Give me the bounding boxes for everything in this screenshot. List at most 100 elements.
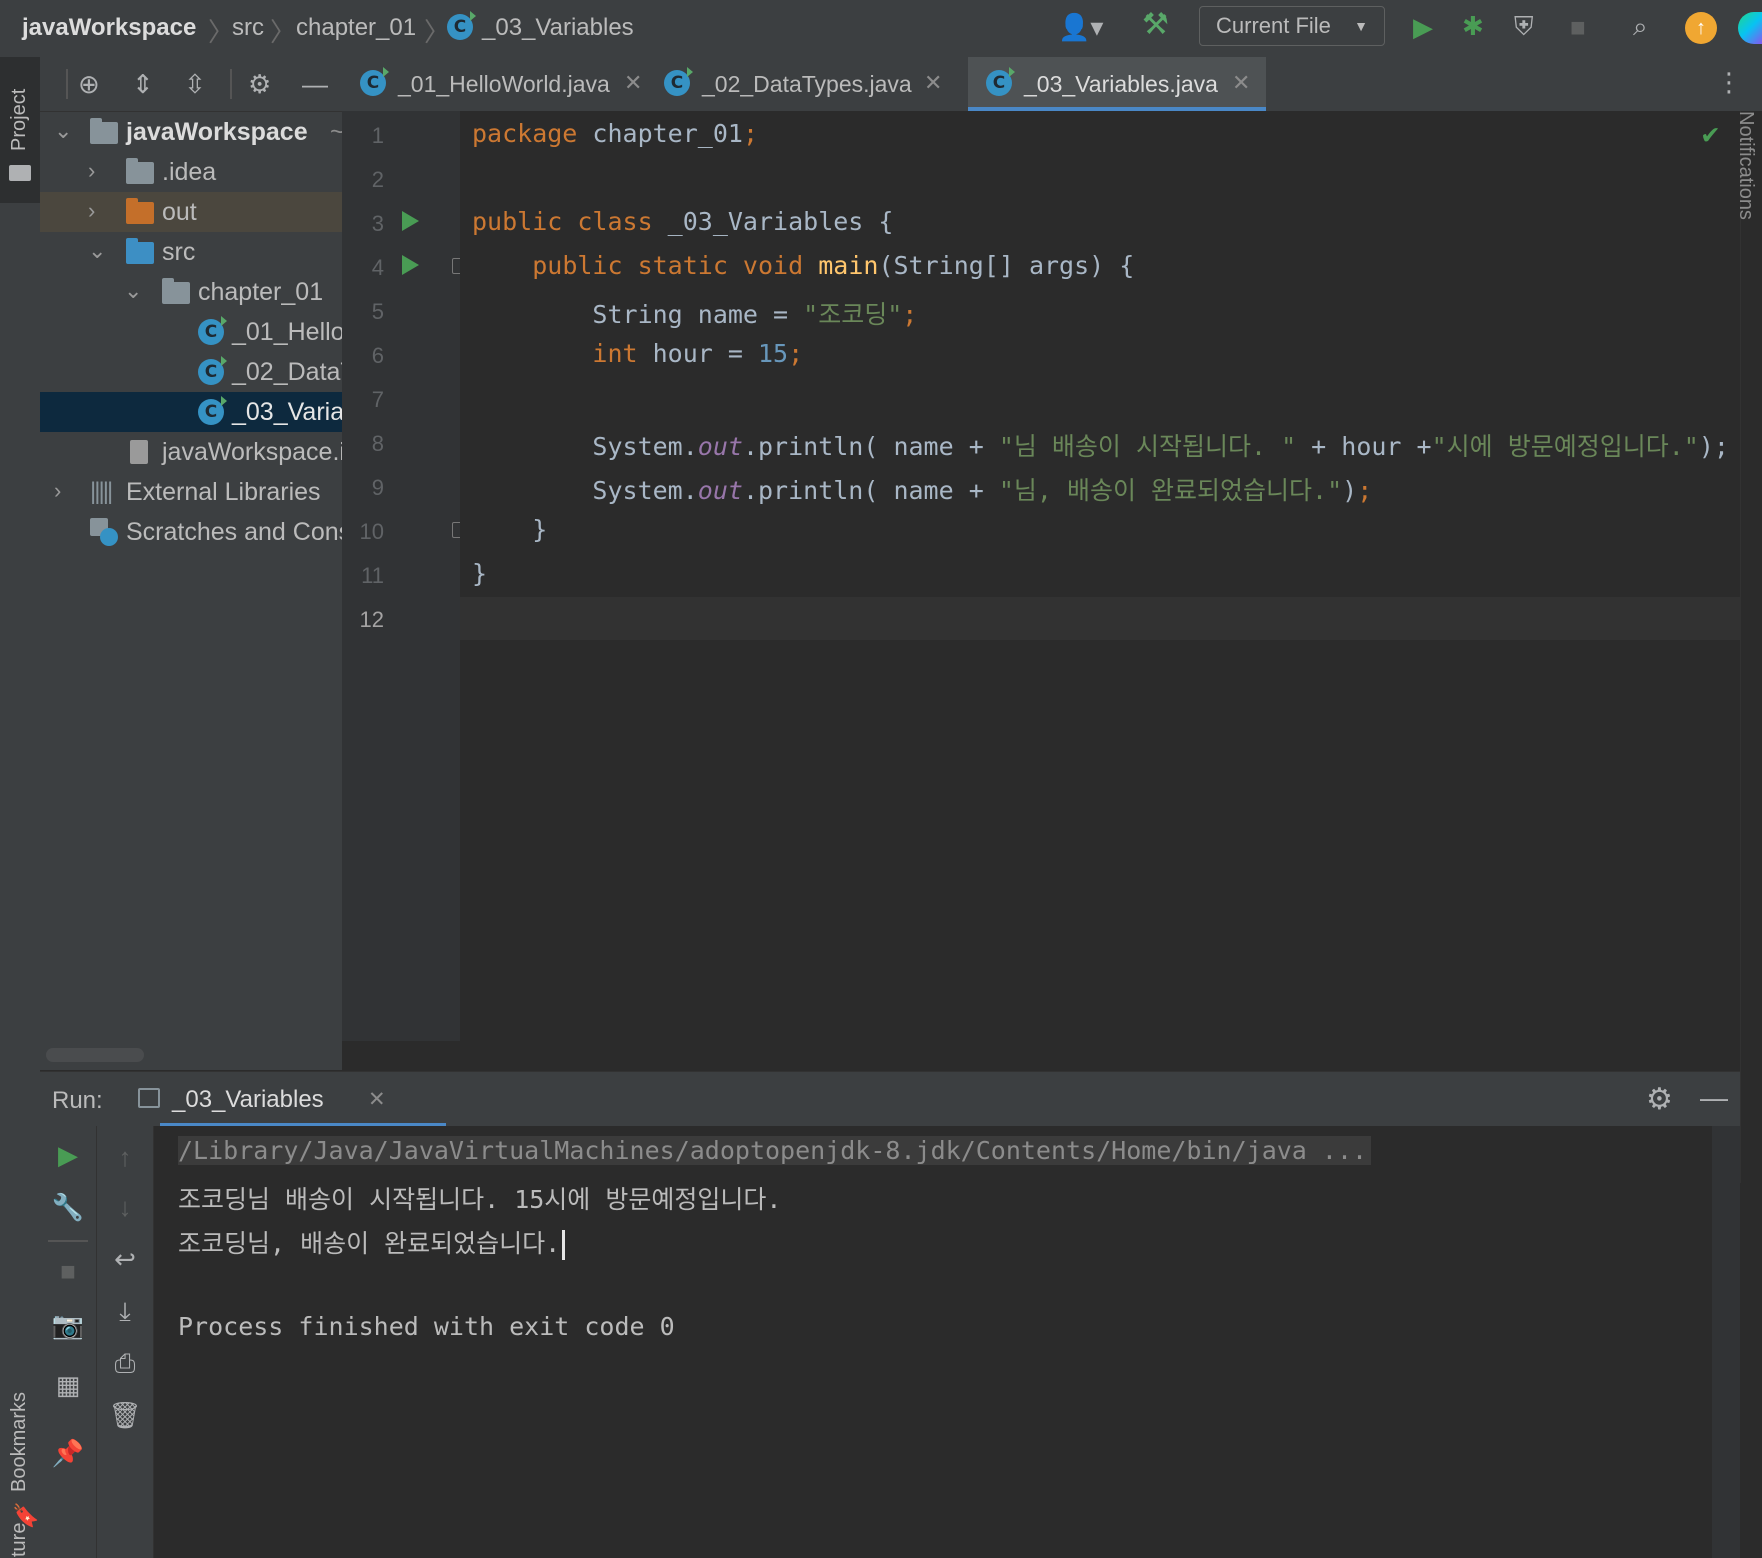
tree-item-class-03[interactable]: C _03_Variables bbox=[40, 392, 342, 432]
code-line-5: String name = "조코딩"; bbox=[592, 300, 918, 329]
close-icon[interactable]: ✕ bbox=[368, 1087, 386, 1112]
console-vertical-scrollbar[interactable] bbox=[1712, 1126, 1740, 1558]
tree-item-class-01[interactable]: C _01_HelloWorld bbox=[40, 312, 342, 352]
code-line-8: System.out.println( name + "님 배송이 시작됩니다.… bbox=[592, 432, 1729, 461]
editor-tab-bar: C _01_HelloWorld.java ✕ C _02_DataTypes.… bbox=[342, 57, 1762, 112]
project-stripe-label: Project bbox=[8, 88, 30, 151]
tree-item-label: javaWorkspace.iml bbox=[162, 438, 342, 466]
tree-item-class-02[interactable]: C _02_DataTypes bbox=[40, 352, 342, 392]
camera-icon[interactable]: 📷 bbox=[40, 1310, 96, 1341]
close-icon[interactable]: ✕ bbox=[924, 70, 942, 96]
tree-item-label: _03_Variables bbox=[232, 398, 342, 426]
code-line-3: public class _03_Variables { bbox=[472, 207, 894, 236]
tree-item-label: javaWorkspace bbox=[126, 118, 308, 146]
pin-icon[interactable]: 📌 bbox=[40, 1438, 96, 1469]
chevron-down-icon: ⌄ bbox=[88, 238, 107, 263]
console-exit-line: Process finished with exit code 0 bbox=[178, 1312, 675, 1341]
console-output-line: 조코딩님 배송이 시작됩니다. 15시에 방문예정입니다. bbox=[178, 1185, 782, 1214]
tree-item-label: _02_DataTypes bbox=[232, 358, 342, 386]
run-configuration-select[interactable]: Current File ▼ bbox=[1199, 6, 1385, 46]
right-tool-stripe: Notifications bbox=[1735, 111, 1762, 1183]
line-number: 8 bbox=[371, 431, 384, 456]
tab-02-datatypes[interactable]: C _02_DataTypes.java ✕ bbox=[646, 57, 950, 111]
layout-icon[interactable]: ▦ bbox=[40, 1370, 96, 1401]
search-icon[interactable]: ⌕ bbox=[1633, 11, 1648, 41]
stop-icon[interactable]: ■ bbox=[40, 1256, 96, 1287]
print-icon[interactable]: ⎙ bbox=[97, 1348, 153, 1380]
gear-icon[interactable]: ⚙ bbox=[248, 69, 271, 100]
account-icon[interactable]: 👤▾ bbox=[1058, 12, 1103, 42]
rerun-icon[interactable]: ▶ bbox=[40, 1140, 96, 1171]
close-icon[interactable]: ✕ bbox=[1232, 70, 1250, 96]
breadcrumb-project[interactable]: javaWorkspace bbox=[22, 14, 196, 42]
tree-item-out[interactable]: › out bbox=[40, 192, 342, 232]
tree-item-project-root[interactable]: ⌄ javaWorkspace ~ bbox=[40, 112, 342, 152]
line-number: 6 bbox=[371, 343, 384, 368]
structure-stripe-button[interactable]: ture bbox=[0, 1497, 40, 1558]
update-icon[interactable]: ↑ bbox=[1685, 12, 1717, 44]
tree-item-label: _01_HelloWorld bbox=[232, 318, 342, 346]
left-tool-stripe: Project Bookmarks 🔖 ture bbox=[0, 57, 41, 1558]
run-main-icon[interactable] bbox=[402, 255, 419, 275]
collapse-all-icon[interactable]: ⇳ bbox=[184, 69, 206, 100]
notifications-stripe-label[interactable]: Notifications bbox=[1734, 111, 1757, 220]
tab-03-variables[interactable]: C _03_Variables.java ✕ bbox=[968, 57, 1266, 111]
run-tool-window-header: Run: _03_Variables ✕ ⚙ — bbox=[40, 1071, 1740, 1128]
jetbrains-toolbox-icon[interactable] bbox=[1738, 12, 1762, 44]
tree-item-external-libraries[interactable]: › ||||| External Libraries bbox=[40, 472, 342, 512]
build-hammer-icon[interactable]: ⚒ bbox=[1142, 10, 1169, 40]
run-toolbar-secondary: ↑ ↓ ↩ ⤓ ⎙ 🗑 bbox=[97, 1126, 154, 1558]
breadcrumb-src[interactable]: src bbox=[232, 14, 264, 42]
arrow-down-icon[interactable]: ↓ bbox=[97, 1192, 153, 1223]
no-problems-check-icon[interactable]: ✔ bbox=[1702, 117, 1719, 150]
code-line-4: public static void main(String[] args) { bbox=[532, 251, 1135, 280]
scroll-to-end-icon[interactable]: ⤓ bbox=[97, 1296, 153, 1328]
minimize-icon[interactable]: — bbox=[1700, 1082, 1728, 1114]
trash-icon[interactable]: 🗑 bbox=[97, 1400, 153, 1431]
tree-item-iml[interactable]: javaWorkspace.iml bbox=[40, 432, 342, 472]
stop-icon[interactable]: ■ bbox=[1570, 12, 1586, 42]
gear-icon[interactable]: ⚙ bbox=[1646, 1082, 1673, 1117]
run-class-icon[interactable] bbox=[402, 211, 419, 231]
navigation-bar: javaWorkspace 〉 src 〉 chapter_01 〉 C _03… bbox=[0, 0, 1762, 58]
run-icon[interactable]: ▶ bbox=[1413, 12, 1433, 42]
java-class-icon: C bbox=[198, 356, 227, 385]
breadcrumb-package[interactable]: chapter_01 bbox=[296, 14, 416, 42]
toolbar-divider bbox=[48, 1240, 88, 1242]
code-editor[interactable]: package chapter_01; public class _03_Var… bbox=[460, 111, 1740, 1041]
run-tab[interactable]: _03_Variables ✕ bbox=[120, 1072, 446, 1127]
tab-label: _03_Variables.java bbox=[1024, 71, 1218, 97]
chevron-right-icon: › bbox=[88, 158, 96, 183]
line-number: 7 bbox=[371, 387, 384, 412]
breadcrumb-separator: 〉 bbox=[208, 17, 235, 47]
close-icon[interactable]: ✕ bbox=[624, 70, 642, 96]
minimize-icon[interactable]: — bbox=[302, 69, 328, 100]
chevron-down-icon: ⌄ bbox=[124, 278, 143, 303]
tree-item-scratches[interactable]: Scratches and Consoles bbox=[40, 512, 342, 552]
toolbar-divider bbox=[66, 69, 68, 99]
toolbar-divider bbox=[230, 69, 232, 99]
coverage-icon[interactable]: ⛨ bbox=[1514, 11, 1534, 41]
wrench-icon[interactable]: 🔧 bbox=[40, 1192, 96, 1223]
tree-item-chapter-01[interactable]: ⌄ chapter_01 bbox=[40, 272, 342, 312]
soft-wrap-icon[interactable]: ↩ bbox=[97, 1244, 153, 1275]
debug-bug-icon[interactable]: ✱ bbox=[1462, 11, 1484, 41]
tree-item-idea[interactable]: › .idea bbox=[40, 152, 342, 192]
arrow-up-icon[interactable]: ↑ bbox=[97, 1142, 153, 1173]
tree-item-src[interactable]: ⌄ src bbox=[40, 232, 342, 272]
tab-01-helloworld[interactable]: C _01_HelloWorld.java ✕ bbox=[342, 57, 646, 111]
run-console[interactable]: /Library/Java/JavaVirtualMachines/adopto… bbox=[154, 1126, 1712, 1558]
tab-label: _01_HelloWorld.java bbox=[398, 71, 610, 97]
line-number: 1 bbox=[371, 123, 384, 148]
code-line-1: package chapter_01; bbox=[472, 119, 758, 148]
line-number: 10 bbox=[359, 519, 384, 544]
more-options-icon[interactable]: ⋮ bbox=[1716, 67, 1742, 98]
bookmarks-stripe-label: Bookmarks bbox=[8, 1391, 30, 1492]
breadcrumb-file[interactable]: _03_Variables bbox=[482, 14, 634, 42]
project-stripe-button[interactable]: Project bbox=[0, 57, 40, 203]
expand-all-icon[interactable]: ⇕ bbox=[132, 69, 154, 100]
project-horizontal-scrollbar[interactable] bbox=[46, 1048, 144, 1062]
locate-file-icon[interactable]: ⊕ bbox=[78, 69, 100, 100]
line-number: 9 bbox=[371, 475, 384, 500]
module-folder-icon bbox=[90, 118, 118, 144]
